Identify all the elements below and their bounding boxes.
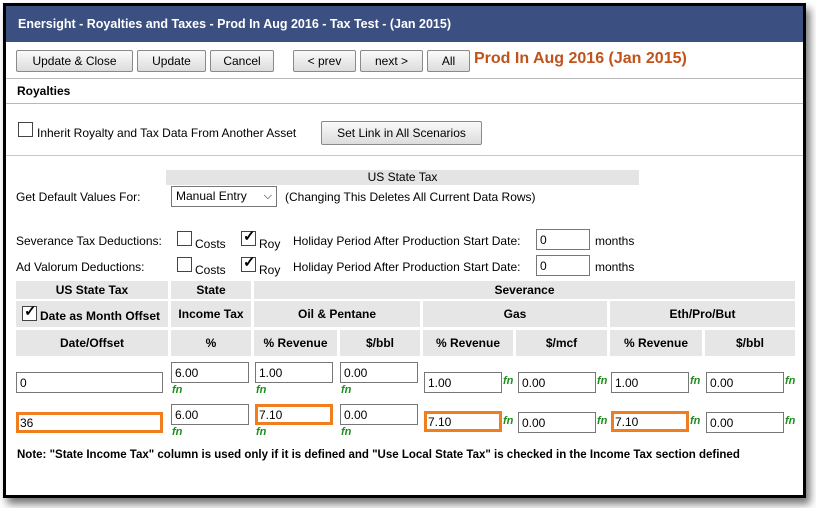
eth-revenue-input[interactable] xyxy=(611,411,689,432)
grid-header-us-state-tax: US State Tax xyxy=(16,281,168,299)
inherit-checkbox[interactable] xyxy=(18,122,33,137)
fn-link[interactable]: fn xyxy=(785,415,795,427)
inherit-label: Inherit Royalty and Tax Data From Anothe… xyxy=(37,126,297,140)
gas-revenue-input[interactable] xyxy=(424,411,502,432)
date-offset-input[interactable] xyxy=(16,412,163,433)
checkmark-icon: ✓ xyxy=(243,254,256,271)
ad-valorum-label: Ad Valorum Deductions: xyxy=(16,260,145,274)
eth-bbl-input[interactable] xyxy=(706,412,784,433)
date-offset-label: Date as Month Offset xyxy=(40,309,161,323)
severance-deductions-label: Severance Tax Deductions: xyxy=(16,234,162,248)
column-header: $/mcf xyxy=(516,330,607,356)
date-offset-input[interactable] xyxy=(16,372,163,393)
checkmark-icon: ✓ xyxy=(243,228,256,245)
grid-header-date-offset-group: ✓ Date as Month Offset xyxy=(16,301,168,327)
defaults-note: (Changing This Deletes All Current Data … xyxy=(285,190,536,204)
grid-header-gas: Gas xyxy=(423,301,607,327)
gas-mcf-input[interactable] xyxy=(518,412,596,433)
toolbar: Update & Close Update Cancel < prev next… xyxy=(6,42,803,78)
next-button[interactable]: next > xyxy=(360,50,423,72)
severance-holiday-label: Holiday Period After Production Start Da… xyxy=(293,234,521,248)
gas-mcf-input[interactable] xyxy=(518,372,596,393)
eth-bbl-input[interactable] xyxy=(706,372,784,393)
defaults-select[interactable]: Manual Entry ⌵ xyxy=(171,186,277,207)
grid-header-oil: Oil & Pentane xyxy=(254,301,420,327)
ad-valorum-roy-checkbox[interactable]: ✓ xyxy=(241,254,256,272)
grid-header-state: State xyxy=(171,281,251,299)
fn-link[interactable]: fn xyxy=(503,375,513,387)
gas-revenue-input[interactable] xyxy=(424,372,502,393)
band-title: US State Tax xyxy=(166,170,639,185)
column-header: Date/Offset xyxy=(16,330,168,356)
oil-bbl-input[interactable] xyxy=(340,404,418,425)
income-tax-input[interactable] xyxy=(171,362,249,383)
fn-link[interactable]: fn xyxy=(690,415,700,427)
fn-link[interactable]: fn xyxy=(172,384,182,396)
prev-button[interactable]: < prev xyxy=(293,50,356,72)
fn-link[interactable]: fn xyxy=(256,384,266,396)
footer-note: Note: "State Income Tax" column is used … xyxy=(17,449,740,461)
fn-link[interactable]: fn xyxy=(256,426,266,438)
chevron-down-icon: ⌵ xyxy=(263,190,272,202)
set-link-button[interactable]: Set Link in All Scenarios xyxy=(321,121,482,145)
update-button[interactable]: Update xyxy=(137,50,206,72)
column-header: % Revenue xyxy=(254,330,337,356)
column-header: % Revenue xyxy=(423,330,513,356)
fn-link[interactable]: fn xyxy=(172,426,182,438)
severance-costs-checkbox[interactable] xyxy=(177,231,192,246)
fn-link[interactable]: fn xyxy=(341,426,351,438)
section-title: Royalties xyxy=(6,78,803,104)
context-title: Prod In Aug 2016 (Jan 2015) xyxy=(474,50,687,67)
grid-header-eth: Eth/Pro/But xyxy=(610,301,795,327)
cancel-button[interactable]: Cancel xyxy=(210,50,274,72)
severance-holiday-input[interactable] xyxy=(536,229,590,250)
checkmark-icon: ✓ xyxy=(24,303,37,320)
dialog-window: Enersight - Royalties and Taxes - Prod I… xyxy=(3,3,806,498)
eth-revenue-input[interactable] xyxy=(611,372,689,393)
grid-header-income-tax: Income Tax xyxy=(171,301,251,327)
oil-revenue-input[interactable] xyxy=(255,404,333,425)
ad-valorum-holiday-input[interactable] xyxy=(536,255,590,276)
update-close-button[interactable]: Update & Close xyxy=(16,50,133,72)
fn-link[interactable]: fn xyxy=(341,384,351,396)
column-header: $/bbl xyxy=(340,330,420,356)
severance-costs-label: Costs xyxy=(195,237,226,251)
severance-roy-label: Roy xyxy=(259,237,281,251)
ad-valorum-costs-label: Costs xyxy=(195,263,226,277)
column-header: % Revenue xyxy=(610,330,702,356)
column-header: % xyxy=(171,330,251,356)
fn-link[interactable]: fn xyxy=(690,375,700,387)
fn-link[interactable]: fn xyxy=(785,375,795,387)
column-header: $/bbl xyxy=(705,330,795,356)
ad-valorum-costs-checkbox[interactable] xyxy=(177,257,192,272)
severance-holiday-unit: months xyxy=(595,234,635,248)
ad-valorum-holiday-unit: months xyxy=(595,260,635,274)
fn-link[interactable]: fn xyxy=(597,415,607,427)
defaults-select-value: Manual Entry xyxy=(176,189,247,203)
severance-roy-checkbox[interactable]: ✓ xyxy=(241,228,256,246)
divider xyxy=(6,155,803,156)
all-button[interactable]: All xyxy=(427,50,470,72)
defaults-label: Get Default Values For: xyxy=(16,190,141,204)
grid-header-severance: Severance xyxy=(254,281,795,299)
fn-link[interactable]: fn xyxy=(503,415,513,427)
window-title: Enersight - Royalties and Taxes - Prod I… xyxy=(6,6,803,42)
fn-link[interactable]: fn xyxy=(597,375,607,387)
income-tax-input[interactable] xyxy=(171,404,249,425)
oil-revenue-input[interactable] xyxy=(255,362,333,383)
oil-bbl-input[interactable] xyxy=(340,362,418,383)
ad-valorum-holiday-label: Holiday Period After Production Start Da… xyxy=(293,260,521,274)
ad-valorum-roy-label: Roy xyxy=(259,263,281,277)
date-offset-checkbox[interactable]: ✓ xyxy=(22,303,37,321)
